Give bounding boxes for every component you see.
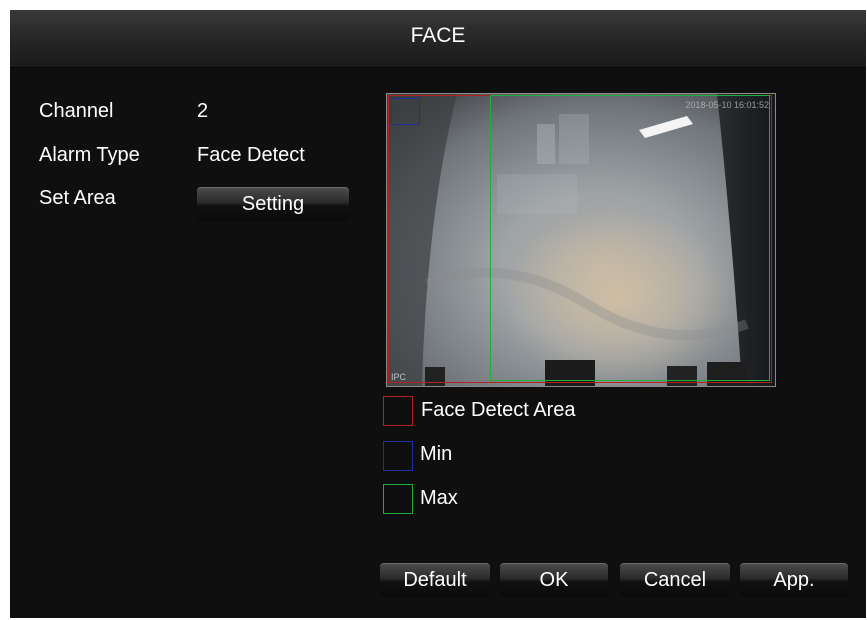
face-detect-area-legend: Face Detect Area [421, 399, 576, 421]
title-bar: FACE [10, 10, 866, 68]
face-detect-area-swatch [383, 396, 413, 426]
cancel-button[interactable]: Cancel [620, 563, 730, 597]
max-swatch [383, 484, 413, 514]
face-dialog: FACE Channel 2 Alarm Type Face Detect Se… [10, 10, 866, 618]
min-legend: Min [420, 443, 453, 465]
max-legend: Max [420, 487, 458, 509]
dialog-title: FACE [410, 24, 466, 47]
setting-button[interactable]: Setting [197, 187, 349, 221]
camera-preview[interactable]: 2018-05-10 16:01:52 IPC [386, 93, 776, 387]
alarm-type-value: Face Detect [197, 144, 305, 166]
alarm-type-label: Alarm Type [39, 144, 140, 166]
channel-value: 2 [197, 100, 209, 122]
min-swatch [383, 441, 413, 471]
ok-button[interactable]: OK [500, 563, 608, 597]
channel-label: Channel [39, 100, 114, 122]
apply-button[interactable]: App. [740, 563, 848, 597]
min-box-rect[interactable] [391, 98, 420, 125]
set-area-label: Set Area [39, 187, 116, 209]
default-button[interactable]: Default [380, 563, 490, 597]
max-box-rect[interactable] [490, 95, 770, 381]
